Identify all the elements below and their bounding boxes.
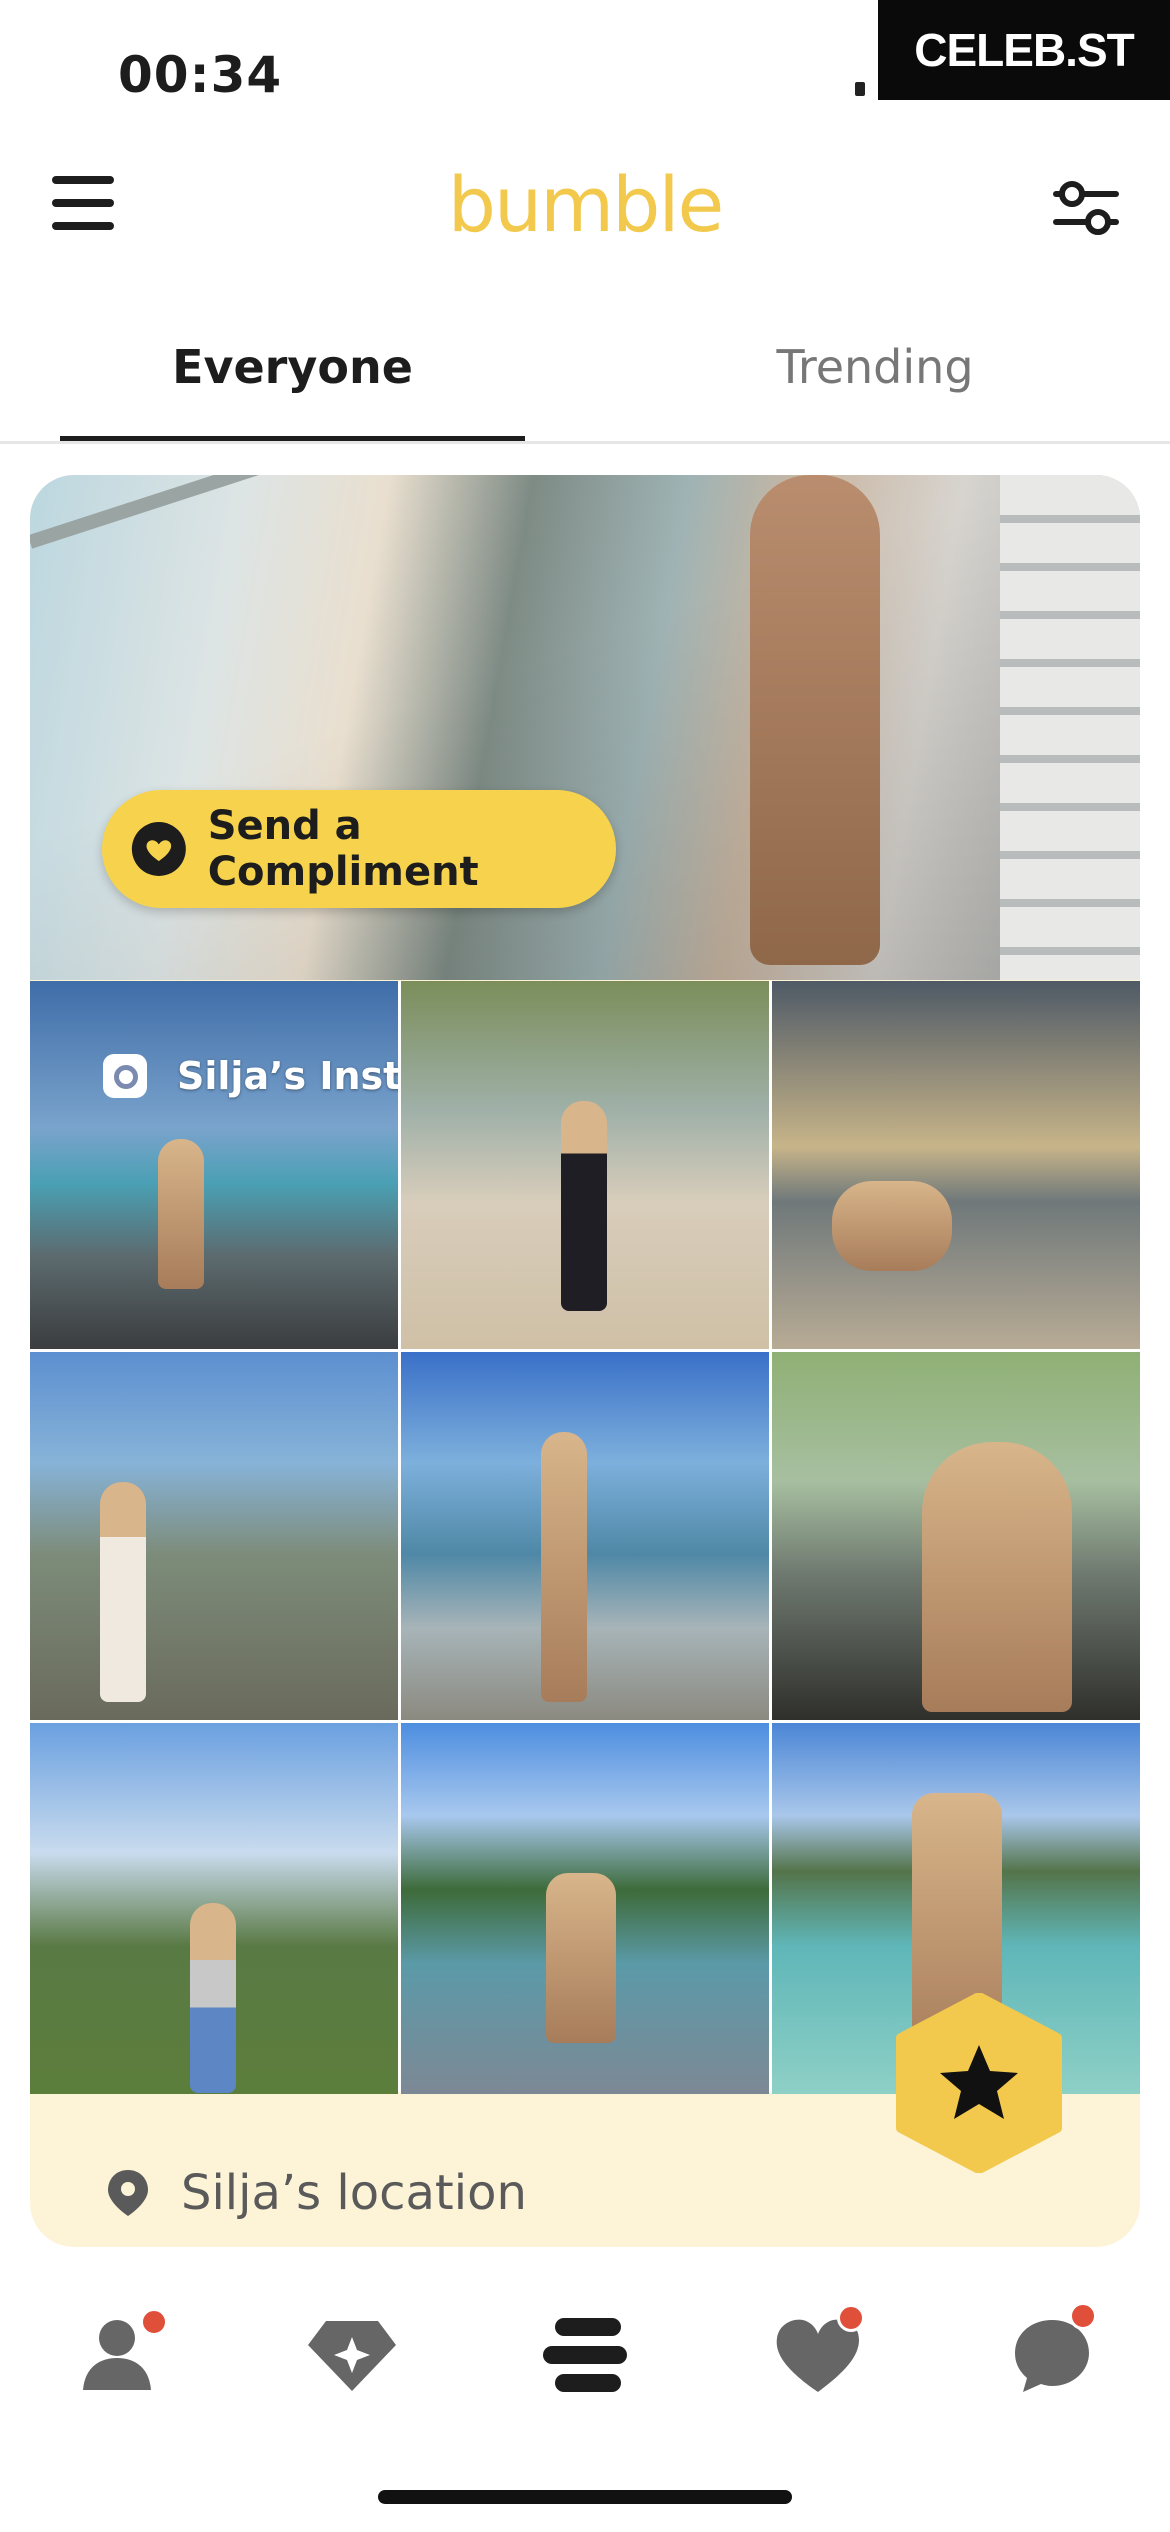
instagram-label: Silja’s Instagram [177, 1054, 398, 1098]
tab-everyone[interactable]: Everyone [60, 340, 525, 394]
send-compliment-label: Send a Compliment [207, 803, 479, 895]
instagram-header: Silja’s Instagram [103, 1054, 398, 1098]
instagram-photo[interactable] [401, 1352, 769, 1720]
instagram-photo[interactable] [401, 981, 769, 1349]
nav-premium[interactable] [297, 2300, 407, 2410]
photo-person [922, 1442, 1072, 1712]
send-compliment-button[interactable]: Send a Compliment [102, 790, 616, 908]
tab-trending[interactable]: Trending [640, 340, 1110, 394]
location-section: Silja’s location [105, 2165, 527, 2221]
tab-divider [0, 441, 1170, 444]
instagram-photo[interactable] [772, 1352, 1140, 1720]
status-time: 00:34 [118, 46, 283, 104]
photo-person [190, 1903, 236, 2093]
photo-person [541, 1432, 587, 1702]
location-label: Silja’s location [181, 2165, 527, 2221]
photo-person [561, 1101, 607, 1311]
notification-badge [837, 2304, 865, 2332]
nav-profile[interactable] [62, 2300, 172, 2410]
instagram-photo[interactable] [401, 1723, 769, 2094]
nav-liked-you[interactable] [763, 2300, 873, 2410]
diamond-sparkle-icon [308, 2321, 396, 2391]
photo-balcony-rail [30, 475, 698, 549]
home-indicator [378, 2490, 792, 2504]
location-pin-icon [108, 2170, 148, 2216]
photo-person [750, 475, 880, 965]
nav-chats[interactable] [997, 2300, 1107, 2410]
superswipe-star-button[interactable] [893, 1993, 1065, 2173]
photo-person [546, 1873, 616, 2043]
notification-badge [140, 2308, 168, 2336]
instagram-photo[interactable]: Silja’s Instagram [30, 981, 398, 1349]
bottom-navigation [0, 2300, 1170, 2410]
photo-person [832, 1181, 952, 1271]
nav-discover[interactable] [530, 2300, 640, 2410]
watermark: CELEB.ST [878, 0, 1170, 100]
filter-sliders-icon[interactable] [1050, 172, 1122, 244]
instagram-photo-grid: Silja’s Instagram [30, 981, 1140, 2094]
instagram-photo[interactable] [772, 981, 1140, 1349]
instagram-photo[interactable] [30, 1352, 398, 1720]
photo-person [100, 1482, 146, 1702]
notification-badge [1069, 2302, 1097, 2330]
profile-card[interactable]: Send a Compliment Silja’s Instagram [30, 475, 1140, 2247]
photo-building [1000, 475, 1140, 980]
photo-person [158, 1139, 204, 1289]
instagram-photo[interactable] [30, 1723, 398, 2094]
profile-main-photo[interactable]: Send a Compliment [30, 475, 1140, 980]
discover-stack-icon [543, 2318, 627, 2392]
instagram-icon [103, 1054, 147, 1098]
signal-indicator [855, 82, 865, 96]
compliment-heart-icon [131, 822, 186, 876]
app-logo: bumble [447, 160, 725, 249]
